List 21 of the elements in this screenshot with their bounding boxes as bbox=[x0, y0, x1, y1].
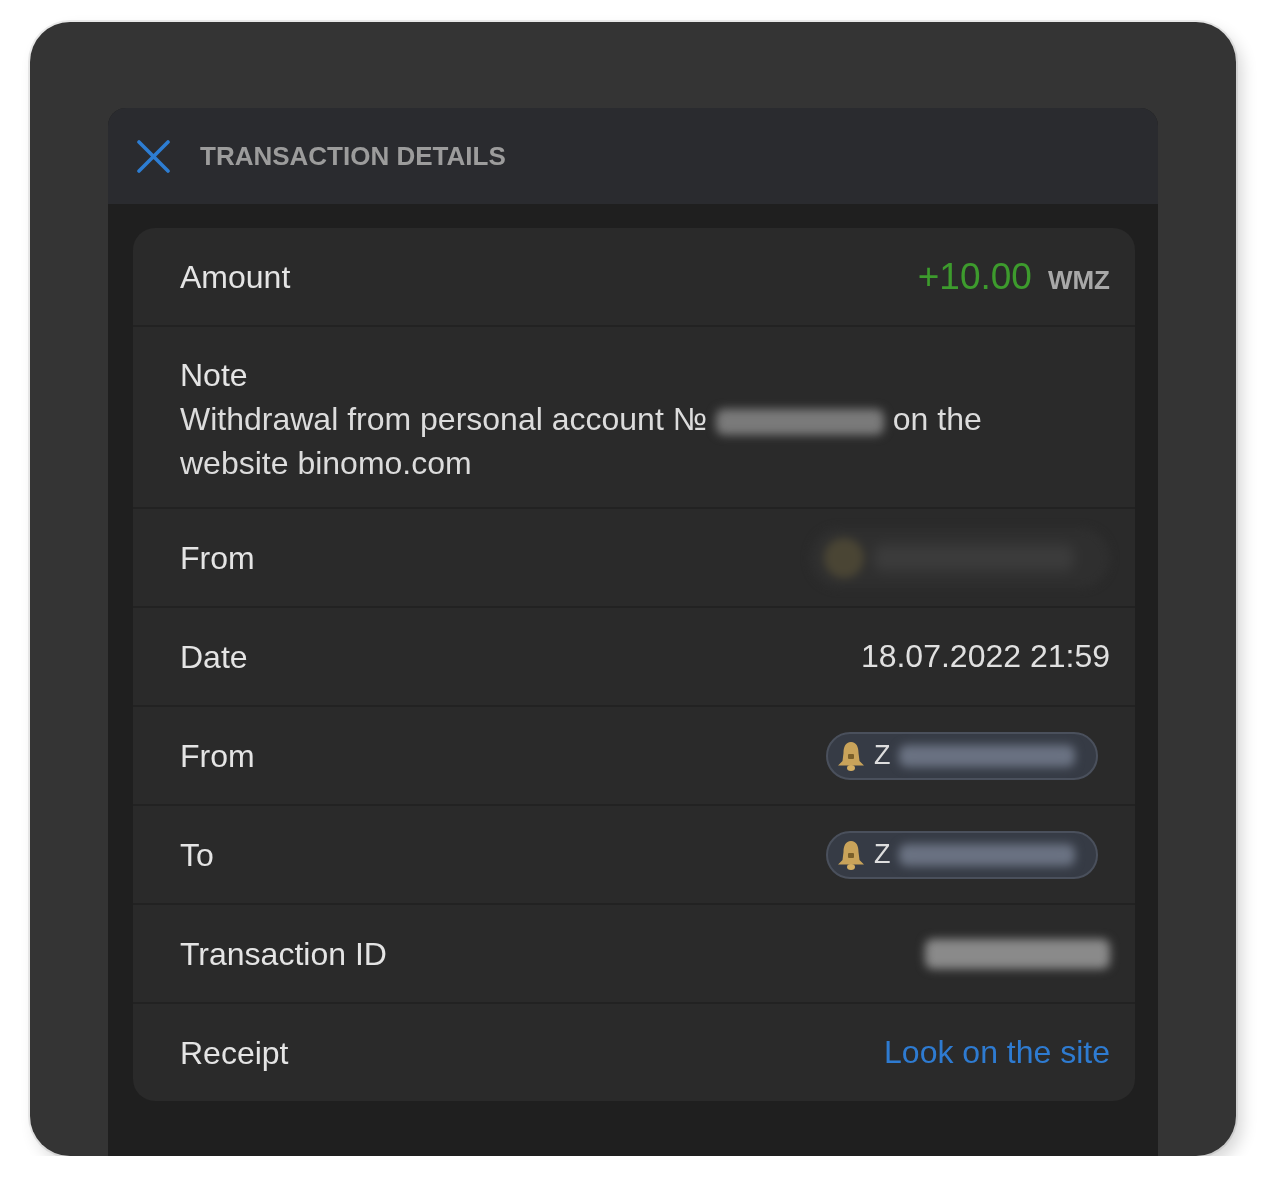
field-label: Date bbox=[180, 637, 248, 677]
field-label: Receipt bbox=[180, 1033, 289, 1073]
close-icon bbox=[137, 139, 170, 173]
field-label: Transaction ID bbox=[180, 934, 387, 974]
close-button[interactable] bbox=[137, 139, 170, 173]
amount-value: +10.00 bbox=[917, 255, 1032, 298]
bell-icon bbox=[836, 838, 866, 871]
field-label: Amount bbox=[180, 257, 291, 297]
wallet-prefix: Z bbox=[874, 740, 891, 771]
date-value: 18.07.2022 21:59 bbox=[860, 638, 1110, 675]
bell-icon bbox=[836, 739, 866, 772]
receipt-link[interactable]: Look on the site bbox=[884, 1034, 1110, 1071]
blurred-avatar bbox=[824, 537, 864, 578]
currency-code: WMZ bbox=[1047, 264, 1110, 296]
field-label: From bbox=[180, 538, 255, 578]
note-text: Withdrawal from personal account № on the website binomo.com bbox=[180, 400, 983, 483]
field-label: From bbox=[180, 736, 255, 776]
wallet-prefix: Z bbox=[874, 839, 891, 870]
field-label: To bbox=[180, 835, 214, 875]
dialog-title: TRANSACTION DETAILS bbox=[200, 140, 506, 172]
field-label: Note bbox=[180, 356, 248, 395]
